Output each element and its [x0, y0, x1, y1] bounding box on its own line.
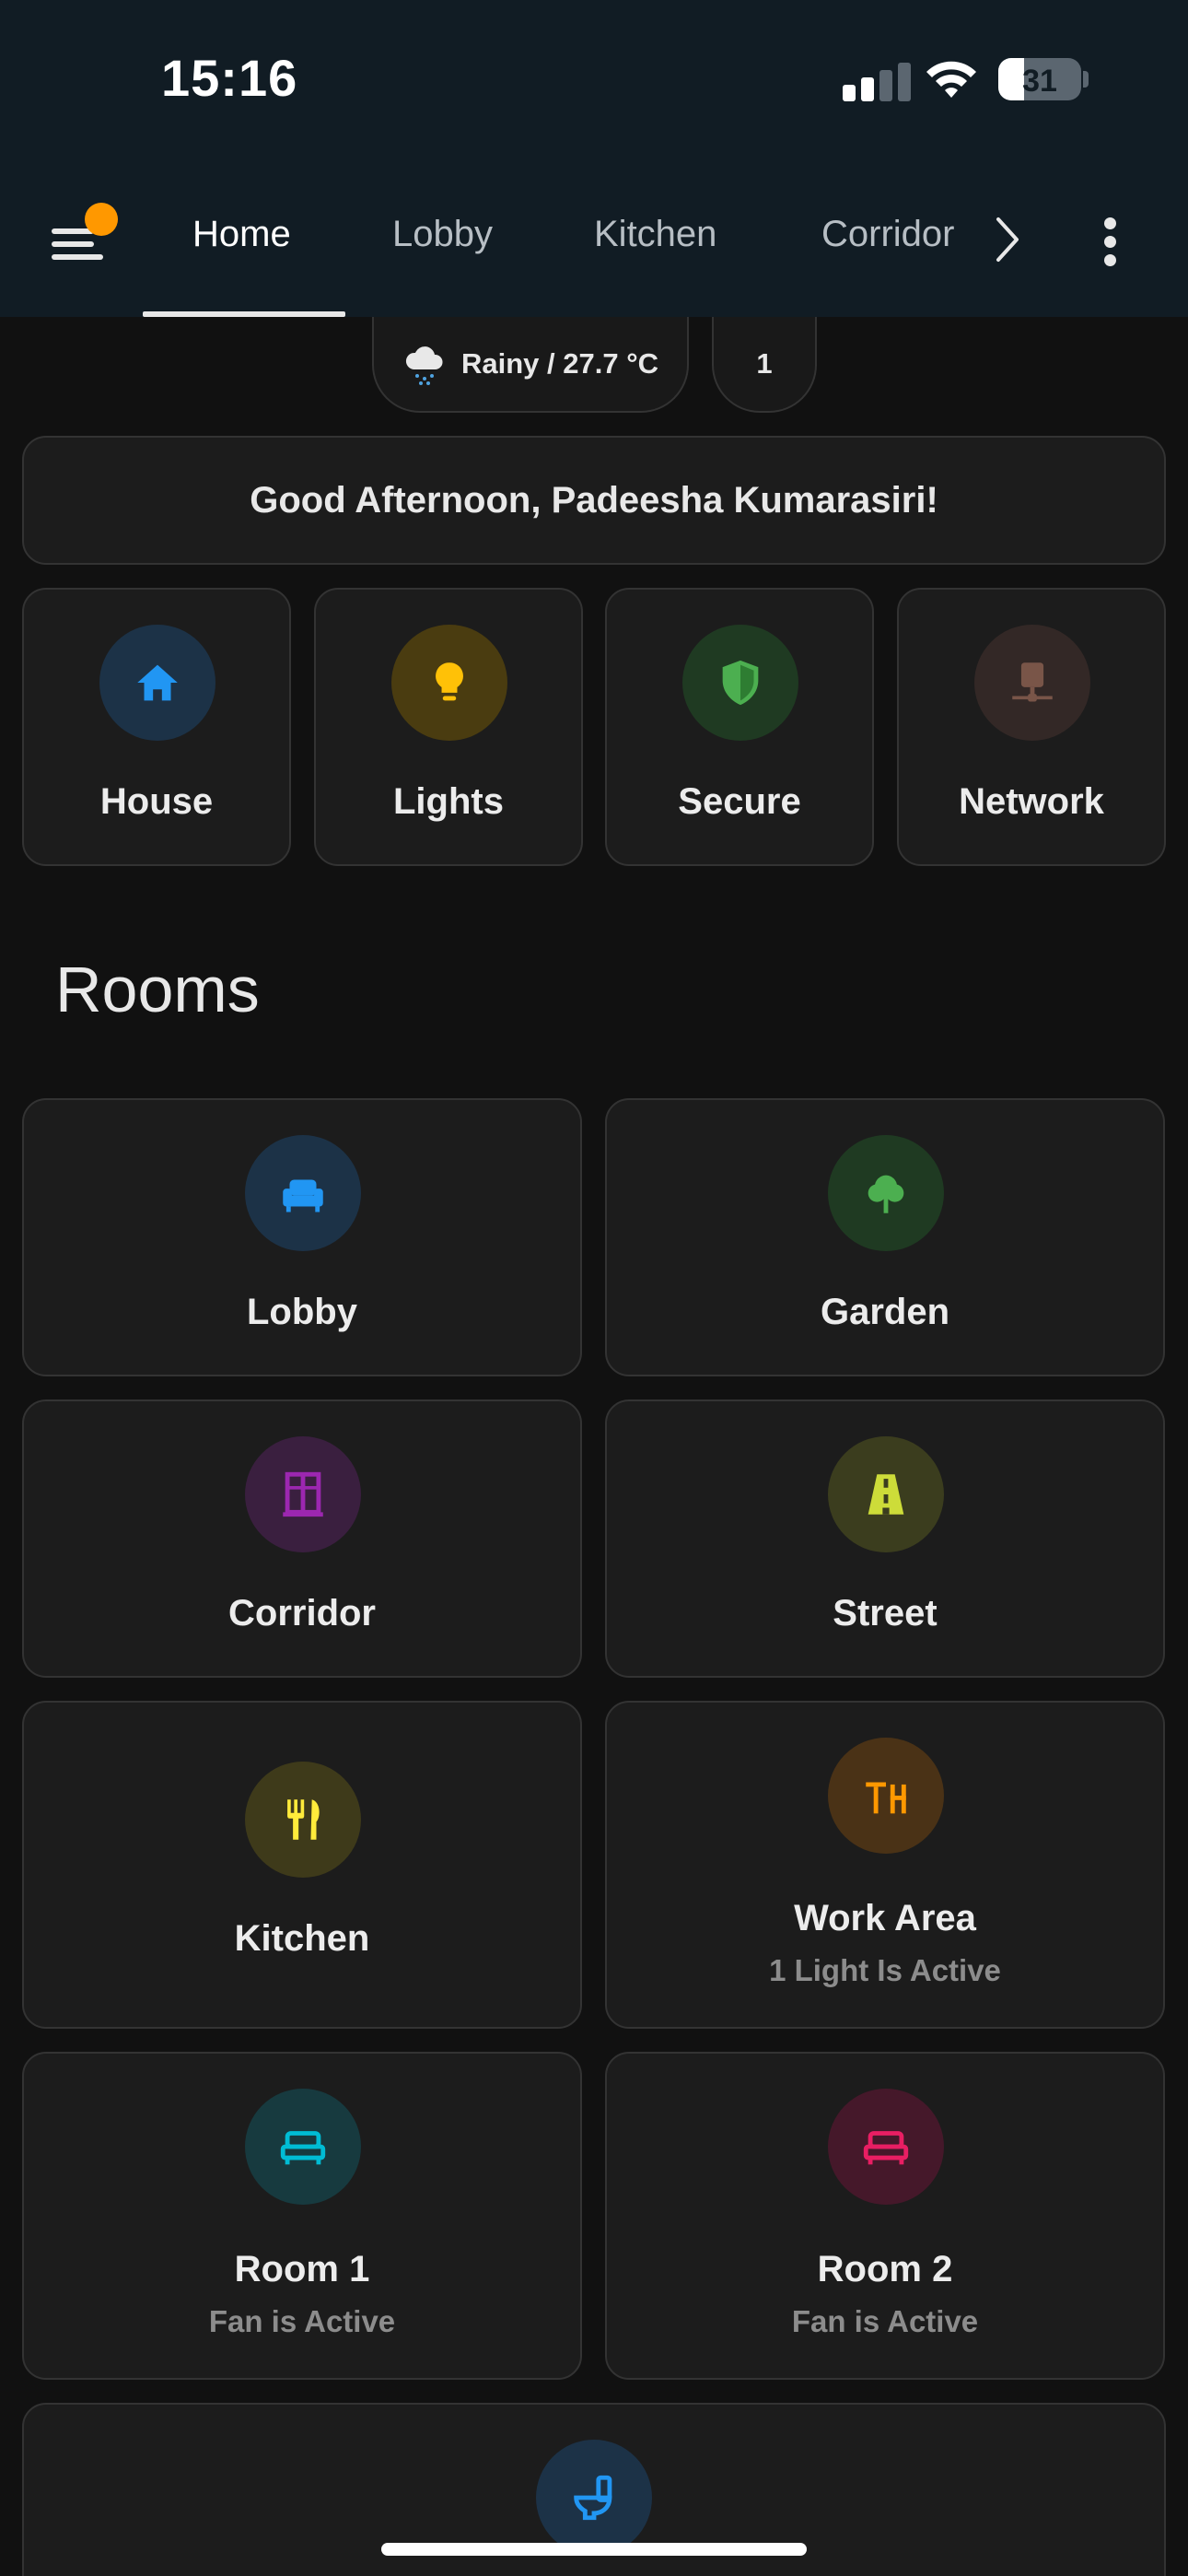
door-icon [245, 1436, 361, 1552]
room-label: Corridor [228, 1593, 376, 1633]
summary-label: Lights [393, 781, 504, 822]
tab-kitchen[interactable]: Kitchen [594, 214, 716, 255]
wifi-icon [926, 61, 976, 98]
notification-badge [85, 203, 118, 236]
room-label: Work Area [794, 1898, 976, 1938]
summary-card-network[interactable]: Network [897, 588, 1166, 866]
room-status: Fan is Active [791, 2304, 979, 2338]
battery-icon: 31 [998, 58, 1081, 100]
battery-level: 31 [1022, 64, 1057, 99]
bed-icon [245, 2089, 361, 2205]
rainy-weather-icon [405, 346, 443, 385]
summary-card-secure[interactable]: Secure [605, 588, 874, 866]
rooms-section-title: Rooms [55, 954, 260, 1025]
summary-card-lights[interactable]: Lights [314, 588, 583, 866]
weather-chip[interactable]: Rainy / 27.7 °C [372, 317, 689, 413]
tab-corridor[interactable]: Corridor [821, 214, 954, 255]
room-card-room-1[interactable]: Room 1 Fan is Active [22, 2052, 582, 2380]
room-label: Room 1 [234, 2249, 370, 2289]
sofa-icon [245, 1135, 361, 1251]
tab-lobby[interactable]: Lobby [392, 214, 493, 255]
room-label: Lobby [247, 1292, 357, 1332]
utensils-icon [245, 1762, 361, 1878]
room-status: 1 Light Is Active [769, 1953, 1001, 1987]
room-card-work-area[interactable]: Work Area 1 Light Is Active [605, 1701, 1165, 2029]
home-icon [99, 625, 215, 741]
tree-icon [828, 1135, 944, 1251]
room-card-lobby[interactable]: Lobby [22, 1098, 582, 1376]
room-card-room-2[interactable]: Room 2 Fan is Active [605, 2052, 1165, 2380]
active-tab-indicator [143, 311, 345, 317]
room-card-corridor[interactable]: Corridor [22, 1399, 582, 1678]
weather-text: Rainy / 27.7 °C [461, 347, 658, 380]
room-card-kitchen[interactable]: Kitchen [22, 1701, 582, 2029]
road-icon [828, 1436, 944, 1552]
room-card-garden[interactable]: Garden [605, 1098, 1165, 1376]
toilet-icon [536, 2440, 652, 2556]
top-app-bar: 15:16 31 Home Lobby Kitchen Corridor [0, 0, 1188, 317]
greeting-card: Good Afternoon, Padeesha Kumarasiri! [22, 436, 1166, 565]
greeting-text: Good Afternoon, Padeesha Kumarasiri! [250, 479, 938, 521]
summary-label: House [99, 781, 214, 822]
summary-card-house[interactable]: House [22, 588, 291, 866]
network-icon [974, 625, 1090, 741]
room-card-street[interactable]: Street [605, 1399, 1165, 1678]
summary-label: Secure [678, 781, 801, 822]
home-indicator[interactable] [381, 2543, 807, 2556]
desk-icon [828, 1738, 944, 1854]
chevron-right-icon[interactable] [991, 214, 1024, 265]
room-label: Garden [820, 1292, 950, 1332]
shield-icon [682, 625, 798, 741]
more-options-icon[interactable] [1098, 214, 1124, 269]
status-time: 15:16 [161, 49, 298, 107]
cellular-signal-icon [843, 63, 911, 101]
lightbulb-icon [391, 625, 507, 741]
room-status: Fan is Active [208, 2304, 396, 2338]
count-text: 1 [756, 347, 773, 380]
room-label: Room 2 [817, 2249, 953, 2289]
room-label: Street [833, 1593, 938, 1633]
battery-tip [1083, 71, 1089, 88]
bed-icon [828, 2089, 944, 2205]
count-chip[interactable]: 1 [712, 317, 817, 413]
tab-home[interactable]: Home [192, 214, 291, 255]
room-label: Kitchen [234, 1918, 370, 1959]
summary-label: Network [959, 781, 1104, 822]
